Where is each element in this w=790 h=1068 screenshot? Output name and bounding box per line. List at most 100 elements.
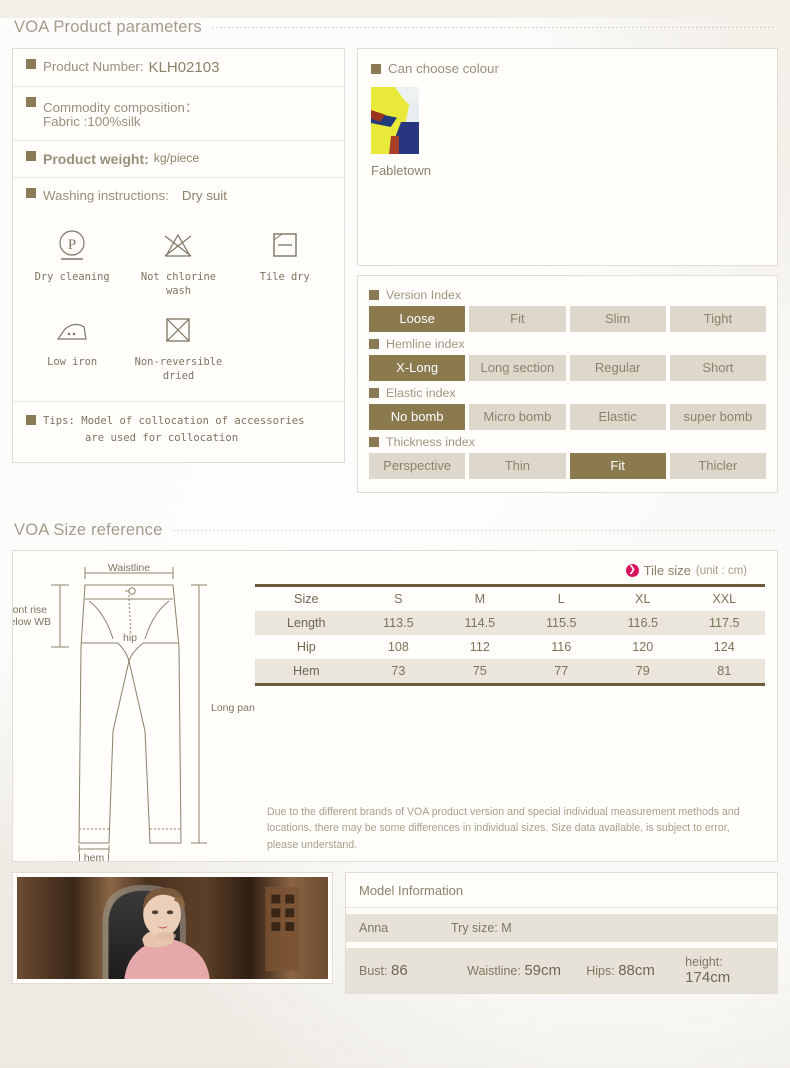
bullet-icon [371,63,381,74]
product-number-value: KLH02103 [148,59,220,76]
elastic-index-options: No bomb Micro bomb Elastic super bomb [369,404,766,430]
index-option[interactable]: Micro bomb [469,404,566,430]
hemline-index-options: X-Long Long section Regular Short [369,355,766,381]
size-table-area: ❯ Tile size (unit : cm) Size S M L XL XX… [255,551,777,861]
table-row-header: Size S M L XL XXL [255,586,765,612]
product-details-card: Product Number: KLH02103 Commodity compo… [12,48,345,463]
index-label-text: Version Index [386,288,462,302]
tips-line-2: are used for collocation [85,431,239,444]
hem-label: | hem | [78,852,110,861]
bust-value: 86 [390,962,408,979]
care-caption: Low iron [47,356,98,369]
index-option[interactable]: Regular [569,355,666,381]
pants-diagram: Waistline Front rise below WB hip Long p… [3,551,263,864]
model-measurements-row: Bust: 86 Waistline: 59cm Hips: 88cm heig… [346,948,777,993]
index-label-text: Hemline index [386,337,465,351]
index-option[interactable]: Perspective [369,453,466,479]
index-option[interactable]: X-Long [369,355,466,381]
index-label-text: Elastic index [386,386,456,400]
index-option[interactable]: Tight [669,306,766,332]
index-option[interactable]: super bomb [669,404,766,430]
try-size-label: Try size: [451,921,498,935]
header-dotted-rule [172,530,776,531]
page-root: VOA Product parameters Product Number: K… [0,18,790,1068]
tips-row: Tips: Model of collocation of accessorie… [13,402,344,462]
version-index-label: Version Index [369,288,766,302]
model-try-size: Try size: M [451,921,764,935]
product-params-header: VOA Product parameters [0,18,790,37]
table-row: Hip 108 112 116 120 124 [255,635,765,659]
index-option[interactable]: Elastic [569,404,666,430]
index-option[interactable]: Fit [469,306,566,332]
bullet-icon [369,437,379,447]
colour-header: Can choose colour [371,61,764,76]
bullet-icon [26,415,36,426]
model-hips: Hips: 88cm [586,962,685,979]
index-option[interactable]: Thicler [669,453,766,479]
care-item-dry-cleaning: P Dry cleaning [19,225,125,298]
svg-text:P: P [68,237,76,253]
index-option[interactable]: No bomb [369,404,466,430]
row-label: Hip [296,640,316,654]
bullet-icon [369,388,379,398]
size-table: Size S M L XL XXL Length 113.5 114.5 115… [255,584,765,686]
table-header-cell: XXL [712,592,737,606]
bullet-icon [26,59,36,69]
index-option[interactable]: Fit [569,453,666,479]
index-option[interactable]: Short [669,355,766,381]
swatch-shape-red-2 [389,136,399,154]
model-photo-card [12,872,333,984]
care-item-empty [232,310,338,383]
cell: 120 [632,640,654,654]
cell: 108 [387,640,409,654]
index-option[interactable]: Long section [469,355,566,381]
cell: 113.5 [357,611,440,635]
size-disclaimer: Due to the different brands of VOA produ… [267,806,740,851]
thickness-index-label: Thickness index [369,435,766,449]
elastic-index-label: Elastic index [369,386,766,400]
product-weight-value: kg/piece [153,151,200,165]
waistline-value: 59cm [524,962,561,979]
colour-card: Can choose colour Fabletown [357,48,778,266]
size-reference-card: Waistline Front rise below WB hip Long p… [3,550,778,864]
no-chlorine-wash-icon [125,225,231,267]
hip-label: hip [123,632,137,644]
size-reference-title: VOA Size reference [14,521,163,539]
care-caption: Not chlorine wash [140,271,216,298]
table-row: Hem 73 75 77 79 81 [255,659,765,685]
cell: 75 [439,659,521,685]
index-option[interactable]: Thin [469,453,566,479]
cell: 81 [683,659,765,685]
tile-size-label: Tile size [643,563,691,578]
bullet-icon [26,188,36,198]
table-header-cell: M [474,592,486,606]
waistline-label: Waistline: [467,964,521,978]
cell: 116 [551,640,572,654]
low-iron-icon [19,310,125,352]
washing-label: Washing instructions: [43,188,169,203]
waistline-label: Waistline [108,562,150,574]
hemline-index-label: Hemline index [369,337,766,351]
product-weight-label: Product weight: [43,151,149,167]
dry-cleaning-icon: P [19,225,125,267]
washing-value: Dry suit [181,188,227,203]
bullet-icon [369,290,379,300]
product-number-label: Product Number: [43,59,144,74]
product-params-row: Product Number: KLH02103 Commodity compo… [0,48,790,493]
care-item-low-iron: Low iron [19,310,125,383]
right-column: Can choose colour Fabletown Version Inde… [357,48,778,493]
cell: 124 [713,640,735,654]
bust-label: Bust: [359,964,388,978]
colour-swatch[interactable] [371,87,419,154]
table-header-cell: L [557,592,565,606]
cell: 77 [520,659,603,685]
cell: 73 [357,659,440,685]
tile-size-header: ❯ Tile size (unit : cm) [255,563,765,578]
index-option[interactable]: Slim [569,306,666,332]
product-weight-row: Product weight: kg/piece [13,141,344,178]
index-option[interactable]: Loose [369,306,466,332]
product-number-row: Product Number: KLH02103 [13,49,344,87]
table-header-cell: S [394,592,403,606]
bullet-icon [369,339,379,349]
table-header-cell: Size [294,592,319,606]
